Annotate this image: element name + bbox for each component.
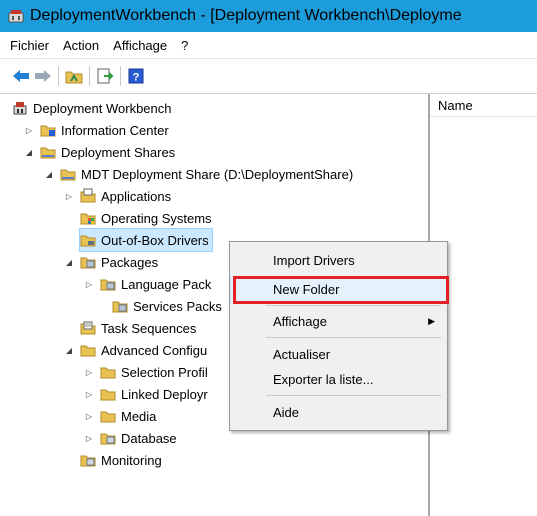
tree-item-deployment-workbench[interactable]: Deployment Workbench [12,97,172,119]
collapse-arrow-icon[interactable]: ◢ [24,147,34,157]
information-center-icon [40,125,56,137]
tree-item-linked-deployment-shares[interactable]: ▷ Linked Deployr [84,383,208,405]
expand-arrow-icon[interactable]: ▷ [24,125,34,135]
drivers-icon [80,235,96,247]
tree-item-database[interactable]: ▷ Database [84,427,177,449]
forward-arrow-icon[interactable] [32,65,54,87]
toolbar-separator [58,66,59,86]
tree-label: Media [121,408,157,424]
collapse-arrow-icon[interactable]: ◢ [64,257,74,267]
packages-icon [80,257,96,269]
menu-bar: Fichier Action Affichage ? [0,32,537,59]
deployment-share-icon [60,169,76,181]
tree-item-selection-profiles[interactable]: ▷ Selection Profil [84,361,208,383]
expand-arrow-icon[interactable]: ▷ [84,367,94,377]
toolbar-separator [89,66,90,86]
highlight-box [233,276,449,304]
tree-label: Linked Deployr [121,386,208,402]
folder-icon [100,367,116,379]
tree-item-operating-systems[interactable]: Operating Systems [80,207,212,229]
tree-item-media[interactable]: ▷ Media [84,405,157,427]
back-arrow-icon[interactable] [10,65,32,87]
menu-item-import-drivers[interactable]: Import Drivers [230,248,445,272]
collapse-arrow-icon[interactable]: ◢ [44,169,54,179]
expand-arrow-icon[interactable]: ▷ [84,389,94,399]
column-header-name[interactable]: Name [430,94,537,117]
tree-label: Applications [101,188,172,204]
toolbar: ? [0,59,537,94]
tree-item-monitoring[interactable]: Monitoring [80,449,162,471]
expand-arrow-icon[interactable]: ▷ [64,191,74,201]
language-packs-icon [100,279,116,291]
tree-item-mdt-deployment-share[interactable]: ◢ MDT Deployment Share (D:\DeploymentSha… [44,163,353,185]
title-bar: DeploymentWorkbench - [Deployment Workbe… [0,0,537,32]
tree-label: Services Packs [133,298,222,314]
folder-icon [100,411,116,423]
tree-item-deployment-shares[interactable]: ◢ Deployment Shares [24,141,175,163]
deployment-shares-icon [40,147,56,159]
up-folder-icon[interactable] [63,65,85,87]
menu-affichage[interactable]: Affichage [106,38,174,53]
tree-label: Deployment Shares [61,144,176,160]
menu-item-affichage[interactable]: Affichage ▶ [230,309,445,333]
monitoring-icon [80,455,96,467]
tree-label: Database [121,430,177,446]
tree-label: Monitoring [101,452,162,468]
expand-arrow-icon[interactable]: ▷ [84,433,94,443]
tree-label: Operating Systems [101,210,212,226]
tree-item-language-packs[interactable]: ▷ Language Pack [84,273,211,295]
applications-icon [80,188,96,203]
tree-item-services-packs[interactable]: Services Packs [112,295,222,317]
folder-icon [80,345,96,357]
folder-icon [100,389,116,401]
menu-item-exporter-la-liste[interactable]: Exporter la liste... [230,367,445,391]
task-sequences-icon [80,321,96,335]
collapse-arrow-icon[interactable]: ◢ [64,345,74,355]
tree-label: Advanced Configu [101,342,208,358]
deployment-workbench-app-icon [8,10,24,23]
workbench-icon [13,102,27,115]
tree-item-information-center[interactable]: ▷ Information Center [24,119,169,141]
tree-label: MDT Deployment Share (D:\DeploymentShare… [81,166,354,182]
tree-label: Task Sequences [101,320,197,336]
context-menu: Import Drivers New Folder Affichage ▶ Ac… [229,241,448,431]
tree-item-advanced-configuration[interactable]: ◢ Advanced Configu [64,339,207,361]
menu-item-actualiser[interactable]: Actualiser [230,342,445,366]
tree-label: Packages [101,254,159,270]
column-header-label: Name [438,97,473,113]
help-icon[interactable]: ? [125,65,147,87]
tree-item-out-of-box-drivers[interactable]: Out-of-Box Drivers [79,228,213,252]
database-icon [100,433,116,445]
tree-label: Selection Profil [121,364,208,380]
svg-text:?: ? [133,72,140,84]
export-icon[interactable] [94,65,116,87]
menu-help[interactable]: ? [174,38,195,53]
menu-fichier[interactable]: Fichier [0,38,56,53]
toolbar-separator [120,66,121,86]
window-title: DeploymentWorkbench - [Deployment Workbe… [30,7,462,24]
menu-separator [266,337,441,338]
menu-action[interactable]: Action [56,38,106,53]
menu-item-aide[interactable]: Aide [230,400,445,424]
tree-label: Out-of-Box Drivers [101,232,209,248]
tree-item-packages[interactable]: ◢ Packages [64,251,158,273]
services-packs-icon [112,301,128,313]
expand-arrow-icon[interactable]: ▷ [84,279,94,289]
operating-systems-icon [80,213,96,225]
tree-label: Language Pack [121,276,212,292]
expand-arrow-icon[interactable]: ▷ [84,411,94,421]
tree-item-task-sequences[interactable]: Task Sequences [80,317,196,339]
menu-separator [266,395,441,396]
tree-label: Information Center [61,122,169,138]
menu-separator [266,305,441,306]
submenu-arrow-icon: ▶ [428,315,435,326]
tree-item-applications[interactable]: ▷ Applications [64,185,171,207]
tree-label: Deployment Workbench [33,100,172,116]
